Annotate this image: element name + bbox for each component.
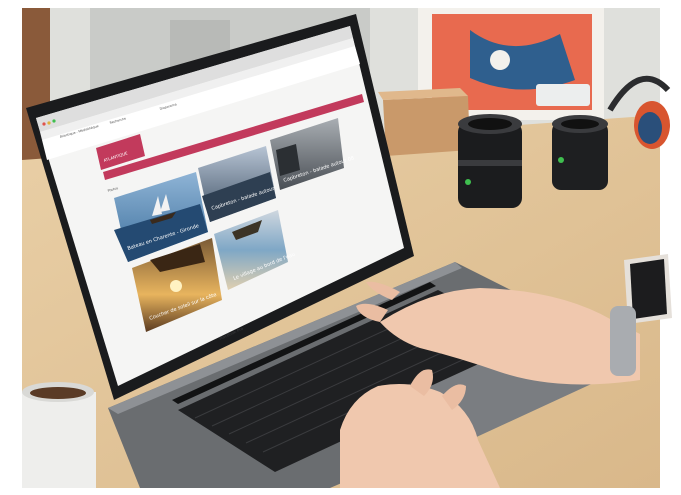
wooden-box	[383, 96, 470, 156]
scene-svg: Bateau en Charente - Gironde Coucher de …	[0, 0, 681, 495]
photo-scene: Bateau en Charente - Gironde Coucher de …	[0, 0, 681, 495]
window-minimize-icon[interactable]	[47, 121, 51, 125]
coffee-cup	[22, 382, 96, 488]
camera-lens-right	[552, 115, 608, 190]
camera-lens-left	[458, 114, 522, 208]
poster-circle	[490, 50, 510, 70]
small-tray	[536, 84, 590, 106]
window-maximize-icon[interactable]	[52, 119, 56, 123]
window-close-icon[interactable]	[42, 122, 46, 126]
